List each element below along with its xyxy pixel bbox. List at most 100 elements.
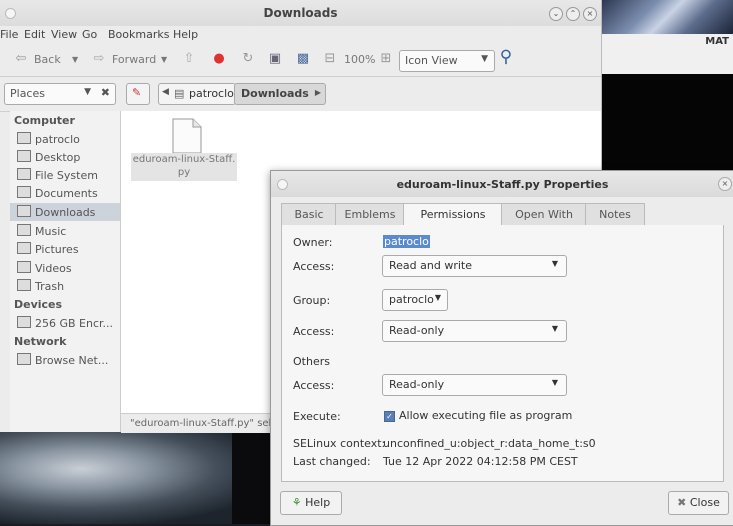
path-button-downloads[interactable]: Downloads ▶ (234, 83, 326, 105)
sidebar-item-music[interactable]: Music (17, 224, 66, 238)
search-icon[interactable]: ⚲ (498, 49, 514, 66)
up-icon[interactable]: ⇧ (181, 51, 197, 67)
sidebar-item-patroclo[interactable]: patroclo (17, 132, 80, 146)
reload-icon[interactable]: ↻ (240, 51, 256, 67)
selinux-value: unconfined_u:object_r:data_home_t:s0 (383, 437, 596, 450)
group-access-select[interactable]: Read-only ▼ (382, 320, 567, 342)
places-select[interactable]: Places ▼ ✖ (4, 83, 116, 105)
zoom-out-icon[interactable]: ⊟ (322, 51, 338, 67)
group-access-value: Read-only (389, 324, 445, 337)
edit-location-button[interactable]: ✎ (126, 83, 150, 105)
close-sidebar-icon[interactable]: ✖ (101, 86, 110, 99)
minimize-icon[interactable]: ⌄ (549, 7, 563, 21)
group-select[interactable]: patroclo ▼ (382, 289, 448, 311)
close-button[interactable]: ✖ Close (668, 491, 729, 515)
owner-value[interactable]: patroclo (383, 235, 430, 248)
window-title: Downloads (263, 6, 338, 20)
sidebar-section-network: Network (14, 335, 67, 348)
file-item-label[interactable]: eduroam-linux-Staff. py (131, 153, 237, 181)
sidebar-item-label: Browse Net... (35, 354, 109, 367)
help-button[interactable]: ⚘ Help (280, 491, 342, 515)
others-label: Others (293, 355, 330, 368)
others-access-label: Access: (293, 379, 335, 392)
sidebar-item-file-system[interactable]: File System (17, 168, 98, 182)
tab-permissions[interactable]: Permissions (403, 203, 503, 226)
sidebar-item-trash[interactable]: Trash (17, 279, 64, 293)
drive-icon (17, 316, 31, 328)
sidebar-item-downloads[interactable]: Downloads (17, 205, 95, 219)
zoom-in-icon[interactable]: ⊞ (378, 51, 394, 67)
background-window-bar: MAT (601, 34, 733, 75)
execute-checkbox-row[interactable]: ✓ Allow executing file as program (384, 409, 572, 422)
dialog-title: eduroam-linux-Staff.py Properties (396, 178, 609, 191)
path-button-home[interactable]: ◀ ▤ patroclo (158, 83, 236, 105)
sidebar-item-documents[interactable]: Documents (17, 186, 98, 200)
toolbar: ⇦ Back ▼ ⇨ Forward ▼ ⇧ ● ↻ ▣ ▩ ⊟ 100% ⊞ … (0, 44, 601, 77)
help-icon: ⚘ (291, 496, 302, 509)
dialog-close-icon[interactable]: × (718, 177, 732, 191)
path-segment-downloads: Downloads (241, 87, 309, 100)
sidebar: Computer patroclo Desktop File System Do… (10, 111, 121, 432)
tab-basic[interactable]: Basic (281, 203, 337, 225)
last-changed-value: Tue 12 Apr 2022 04:12:58 PM CEST (383, 455, 578, 468)
selinux-label: SELinux context: (293, 437, 386, 450)
path-right-arrow-icon[interactable]: ▶ (315, 88, 321, 97)
stop-icon[interactable]: ● (211, 51, 227, 67)
path-left-arrow-icon[interactable]: ◀ (162, 87, 169, 97)
drive-icon (17, 168, 31, 180)
back-button[interactable]: Back (34, 53, 61, 66)
documents-folder-icon (17, 186, 31, 198)
zoom-level: 100% (344, 53, 376, 66)
sidebar-section-devices: Devices (14, 298, 63, 311)
dialog-titlebar[interactable]: eduroam-linux-Staff.py Properties × (271, 171, 733, 197)
view-mode-select[interactable]: Icon View ▼ (399, 50, 495, 72)
sidebar-item-label: Downloads (35, 206, 96, 219)
home-icon[interactable]: ▣ (267, 51, 283, 67)
sidebar-item-label: Documents (35, 187, 98, 200)
back-dropdown-icon[interactable]: ▼ (72, 55, 78, 64)
menu-bookmarks[interactable]: Bookmarks (108, 28, 169, 41)
view-mode-label: Icon View (405, 54, 458, 67)
background-window-title: MAT (705, 36, 729, 47)
desktop-wallpaper (0, 432, 270, 524)
close-icon[interactable]: × (583, 7, 597, 21)
checkbox-checked-icon[interactable]: ✓ (384, 411, 395, 422)
tab-notes[interactable]: Notes (585, 203, 645, 225)
music-folder-icon (17, 224, 31, 236)
menu-help[interactable]: Help (173, 28, 198, 41)
maximize-icon[interactable]: ⌃ (566, 7, 580, 21)
sidebar-item-label: Trash (35, 280, 65, 293)
sidebar-item-desktop[interactable]: Desktop (17, 150, 80, 164)
downloads-folder-icon (17, 205, 31, 217)
owner-label: Owner: (293, 236, 333, 249)
execute-label: Execute: (293, 410, 341, 423)
menu-view[interactable]: View (51, 28, 77, 41)
owner-access-label: Access: (293, 260, 335, 273)
text-file-icon[interactable] (172, 118, 202, 154)
file-manager-titlebar[interactable]: Downloads ⌄ ⌃ × (0, 0, 601, 26)
tab-open-with[interactable]: Open With (501, 203, 587, 225)
owner-access-select[interactable]: Read and write ▼ (382, 255, 567, 277)
help-button-label: Help (305, 496, 331, 509)
others-access-select[interactable]: Read-only ▼ (382, 374, 567, 396)
sidebar-item-encrypted-drive[interactable]: 256 GB Encr... (17, 316, 113, 330)
chevron-down-icon: ▼ (551, 259, 558, 268)
sidebar-item-label: File System (35, 169, 98, 182)
menu-go[interactable]: Go (82, 28, 97, 41)
forward-dropdown-icon[interactable]: ▼ (161, 55, 167, 64)
desktop-wallpaper-dark (232, 432, 272, 524)
tab-emblems[interactable]: Emblems (335, 203, 405, 225)
computer-icon[interactable]: ▩ (295, 51, 311, 67)
back-arrow-icon: ⇦ (15, 51, 27, 66)
menu-file[interactable]: File (0, 28, 18, 41)
tab-bar: Basic Emblems Permissions Open With Note… (281, 203, 724, 226)
sidebar-item-videos[interactable]: Videos (17, 261, 72, 275)
sidebar-item-browse-network[interactable]: Browse Net... (17, 353, 108, 367)
sidebar-item-pictures[interactable]: Pictures (17, 242, 79, 256)
group-value: patroclo (389, 293, 434, 306)
forward-button[interactable]: Forward (112, 53, 156, 66)
menu-edit[interactable]: Edit (24, 28, 45, 41)
location-bar: Places ▼ ✖ ✎ ◀ ▤ patroclo Downloads ▶ (0, 77, 601, 112)
menu-bar: File Edit View Go Bookmarks Help (0, 26, 601, 44)
network-icon (17, 353, 31, 365)
